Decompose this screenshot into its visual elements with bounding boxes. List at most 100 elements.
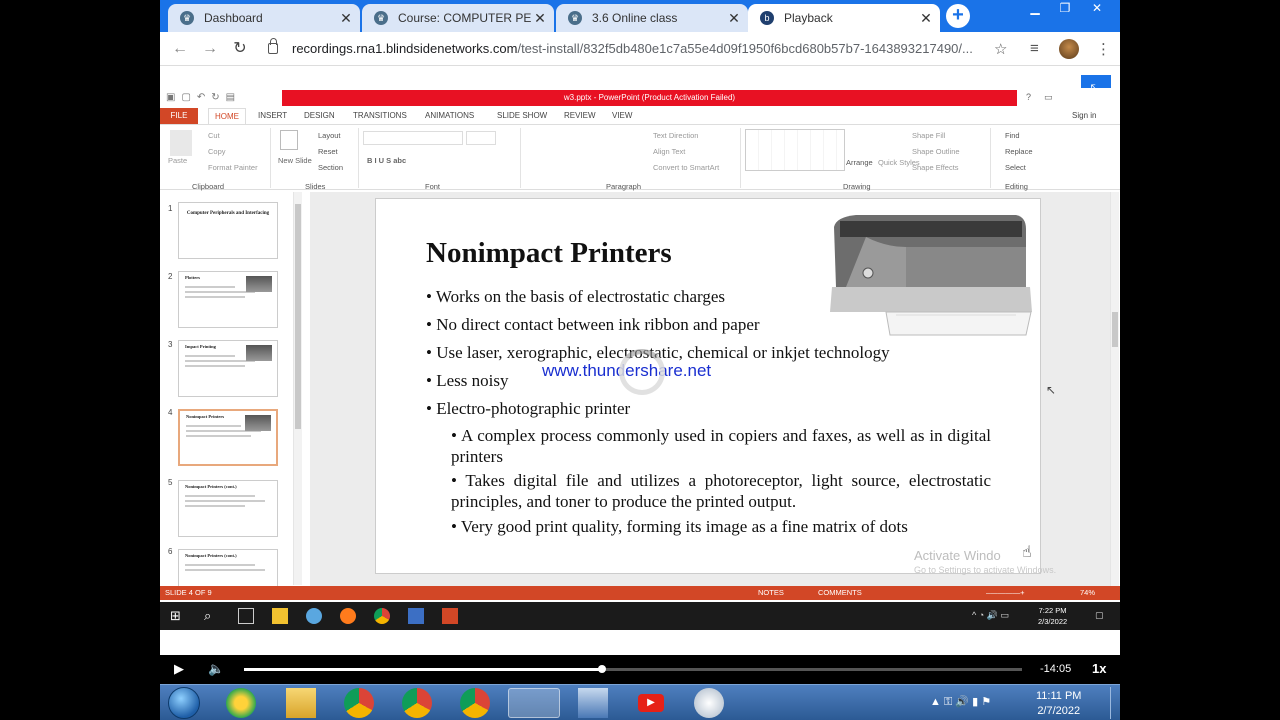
lock-icon[interactable] (268, 38, 278, 54)
clock-date: 2/3/2022 (1038, 617, 1068, 626)
menu-file: FILE (160, 108, 198, 124)
slide-canvas: Nonimpact Printers • Works on the basis … (375, 198, 1041, 574)
recorded-windows-taskbar: ⊞ ⌕ ^ ◔ 🔊 ▭ 7:22 PM 2/3/2022 ▢ (160, 602, 1120, 630)
thumb-title: Nonimpact Printers (cont.) (185, 484, 237, 489)
slide-thumbnail: Nonimpact Printers (cont.) (178, 549, 278, 587)
menu-dots-icon[interactable]: ⋮ (1096, 40, 1111, 58)
tab-title: Dashboard (204, 11, 263, 25)
slide-thumbnail-selected: Nonimpact Printers (178, 409, 278, 466)
profile-avatar[interactable] (1059, 39, 1079, 59)
font-size-box (466, 131, 496, 145)
file-explorer-icon[interactable] (286, 688, 316, 718)
chrome-icon (374, 608, 390, 624)
tab-playback[interactable]: b Playback ✕ (748, 4, 940, 32)
moodle-icon: ♛ (568, 11, 582, 25)
powerpoint-statusbar: SLIDE 4 OF 9 NOTES COMMENTS –————+ 74% (160, 586, 1120, 600)
replace-label: Replace (1005, 147, 1033, 156)
address-toolbar: ← → ↻ recordings.rna1.blindsidenetworks.… (160, 32, 1120, 66)
menu-design: DESIGN (304, 111, 335, 120)
thumb-image (246, 345, 272, 361)
copy-label: Copy (208, 147, 226, 156)
tab-title: 3.6 Online class (592, 11, 678, 25)
chrome-active-icon[interactable] (508, 688, 560, 718)
slide-bullet: • Works on the basis of electrostatic ch… (426, 287, 726, 306)
ribbon-tabs: INSERT DESIGN TRANSITIONS ANIMATIONS SLI… (160, 108, 1120, 124)
activation-notice: Activate Windo (914, 548, 1001, 563)
slide-thumbnail: Nonimpact Printers (cont.) (178, 480, 278, 537)
arrange-label: Arrange (846, 158, 873, 167)
slide-counter: SLIDE 4 OF 9 (165, 588, 212, 597)
playback-speed-button[interactable]: 1x (1092, 661, 1106, 676)
close-icon[interactable]: ✕ (726, 10, 742, 27)
notes-label: NOTES (758, 588, 784, 597)
moodle-icon: ♛ (374, 11, 388, 25)
comments-label: COMMENTS (818, 588, 862, 597)
reset-label: Reset (318, 147, 338, 156)
clock-date: 2/7/2022 (1037, 705, 1081, 717)
activation-hint: Go to Settings to activate Windows. (914, 565, 1057, 575)
paste-label: Paste (168, 156, 188, 165)
forward-button[interactable]: → (200, 39, 220, 59)
letterbox-left (0, 0, 160, 655)
font-group-label: Font (425, 182, 441, 191)
help-icon: ? (1026, 92, 1032, 102)
back-button[interactable]: ← (170, 39, 190, 59)
mouse-cursor: ↖ (1046, 383, 1057, 397)
slide-sub-bullet: • Takes digital file and utilizes a phot… (451, 471, 991, 511)
close-window-button[interactable]: ✕ (1082, 0, 1112, 18)
shape-effects-label: Shape Effects (912, 163, 959, 172)
sign-in-link: Sign in (1072, 111, 1097, 120)
slide-thumbnail-pane: 1 Computer Peripherals and Interfacing 2… (160, 192, 305, 587)
chrome-profile-icon[interactable] (460, 688, 490, 718)
paste-icon (170, 130, 192, 156)
new-slide-label: New Slide (278, 156, 312, 165)
chrome-icon[interactable] (344, 688, 374, 718)
tab-title: Playback (784, 11, 833, 25)
youtube-icon[interactable]: ▶ (636, 688, 666, 718)
font-family-box (363, 131, 463, 145)
slide-thumbnail: Impact Printing (178, 340, 278, 397)
volume-icon[interactable]: 🔈 (208, 661, 224, 677)
reload-button[interactable]: ↻ (230, 39, 250, 59)
thumb-number: 1 (168, 204, 173, 213)
start-button[interactable] (168, 687, 200, 719)
app-icon[interactable] (694, 688, 724, 718)
close-icon[interactable]: ✕ (532, 10, 548, 27)
thumb-number: 5 (168, 478, 173, 487)
seek-handle[interactable] (597, 665, 606, 673)
chrome-icon[interactable] (402, 688, 432, 718)
slide-title: Nonimpact Printers (426, 237, 672, 269)
menu-review: REVIEW (564, 111, 596, 120)
restore-button[interactable]: ❐ (1050, 0, 1080, 18)
shapes-gallery (745, 129, 845, 171)
minimize-button[interactable]: ▁ (1020, 0, 1050, 18)
thumb-number: 3 (168, 340, 173, 349)
app-icon[interactable] (578, 688, 608, 718)
new-tab-button[interactable]: + (946, 4, 970, 28)
select-label: Select (1005, 163, 1026, 172)
tab-online-class[interactable]: ♛ 3.6 Online class ✕ (556, 4, 748, 32)
smartart-label: Convert to SmartArt (653, 163, 720, 172)
show-desktop-button[interactable] (1110, 687, 1118, 719)
close-icon[interactable]: ✕ (918, 10, 934, 27)
app-icon[interactable] (226, 688, 256, 718)
tray-icons: ▲ ⚿ 🔊 ▮ ⚑ (930, 696, 992, 708)
seek-bar[interactable] (244, 665, 1022, 673)
thumb-number: 2 (168, 272, 173, 281)
tab-dashboard[interactable]: ♛ Dashboard ✕ (168, 4, 360, 32)
taskbar-clock: 11:11 PM 2/7/2022 (1036, 689, 1081, 719)
ribbon-options-icon: ▭ (1044, 92, 1053, 102)
address-bar[interactable]: recordings.rna1.blindsidenetworks.com/te… (292, 41, 973, 56)
section-label: Section (318, 163, 344, 172)
recording-video[interactable]: ⤡ ▣▢↶↻▤ w3.pptx - PowerPoint (Product Ac… (160, 66, 1120, 655)
star-icon[interactable]: ☆ (994, 40, 1007, 58)
moodle-icon: ♛ (180, 11, 194, 25)
file-explorer-icon (272, 608, 288, 624)
search-icon: ⌕ (204, 608, 212, 623)
tab-course[interactable]: ♛ Course: COMPUTER PERIPH ✕ (362, 4, 554, 32)
close-icon[interactable]: ✕ (338, 10, 354, 27)
ribbon-divider (990, 128, 991, 188)
play-icon[interactable]: ▶ (174, 661, 184, 677)
reading-list-icon[interactable]: ≡ (1030, 40, 1039, 57)
menu-slide-show: SLIDE SHOW (497, 111, 548, 120)
